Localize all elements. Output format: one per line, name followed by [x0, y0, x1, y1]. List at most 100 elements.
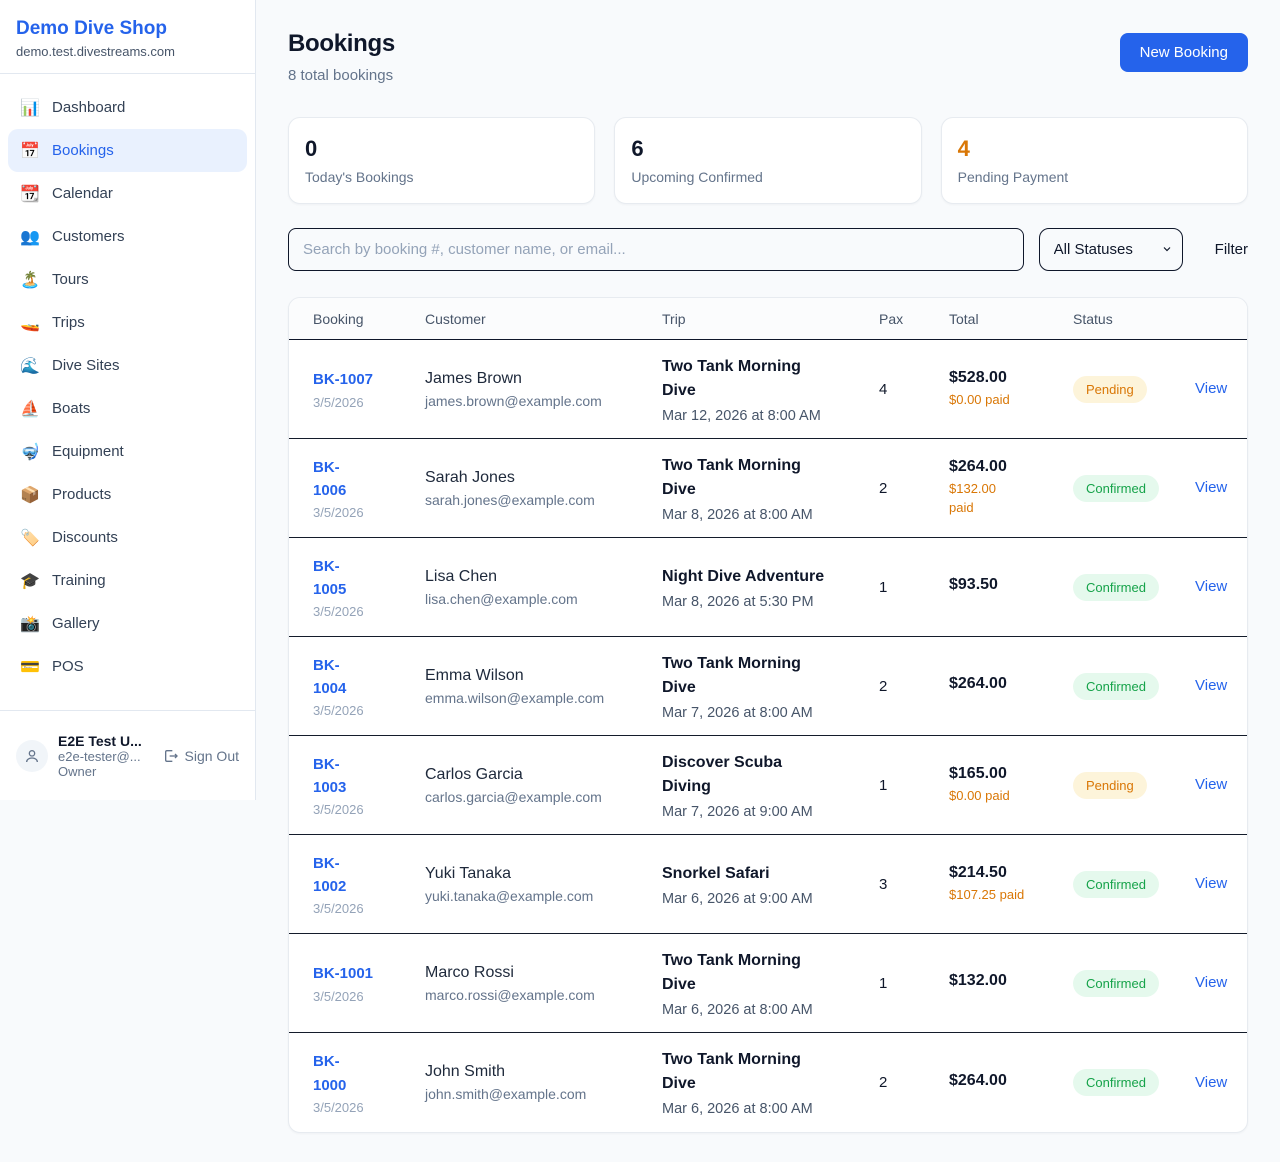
sidebar-item-label: Training [52, 572, 106, 589]
customer-name: Marco Rossi [425, 964, 650, 982]
sidebar-item-dashboard[interactable]: 📊Dashboard [8, 86, 247, 129]
stat-label: Upcoming Confirmed [631, 169, 904, 185]
sidebar-item-calendar[interactable]: 📆Calendar [8, 172, 247, 215]
sailboat-icon: ⛵ [20, 399, 40, 419]
total-amount: $93.50 [949, 576, 1061, 594]
stat-value: 4 [958, 136, 1231, 162]
speedboat-icon: 🚤 [20, 313, 40, 333]
sidebar-item-label: Calendar [52, 185, 113, 202]
view-link[interactable]: View [1195, 875, 1227, 892]
table-row: BK- 10023/5/2026 Yuki Tanakayuki.tanaka@… [289, 835, 1247, 934]
brand-name: Demo Dive Shop [16, 18, 239, 40]
customer-name: Yuki Tanaka [425, 865, 650, 883]
sidebar-item-tours[interactable]: 🏝️Tours [8, 258, 247, 301]
view-link[interactable]: View [1195, 1074, 1227, 1091]
trip-name: Discover Scuba Diving [662, 751, 867, 799]
user-section: E2E Test U... e2e-tester@... Owner Sign … [0, 710, 255, 800]
customer-name: Emma Wilson [425, 667, 650, 685]
booking-id-link[interactable]: BK- 1005 [313, 555, 413, 602]
wave-icon: 🌊 [20, 356, 40, 376]
user-email: e2e-tester@... [58, 749, 153, 764]
bookings-table: Booking Customer Trip Pax Total Status B… [288, 297, 1248, 1133]
sidebar-item-discounts[interactable]: 🏷️Discounts [8, 516, 247, 559]
booking-date: 3/5/2026 [313, 703, 413, 718]
paid-amount: $0.00 paid [949, 391, 1061, 410]
sidebar-nav: 📊Dashboard 📅Bookings 📆Calendar 👥Customer… [0, 74, 255, 710]
sidebar-item-label: Dive Sites [52, 357, 120, 374]
user-meta: E2E Test U... e2e-tester@... Owner [58, 733, 153, 779]
pax-count: 2 [879, 1074, 949, 1091]
paid-amount: $0.00 paid [949, 787, 1061, 806]
trip-datetime: Mar 6, 2026 at 9:00 AM [662, 891, 867, 907]
pax-count: 1 [879, 975, 949, 992]
view-link[interactable]: View [1195, 479, 1227, 496]
sidebar-item-label: Boats [52, 400, 90, 417]
customers-icon: 👥 [20, 227, 40, 247]
stats-row: 0 Today's Bookings 6 Upcoming Confirmed … [288, 117, 1248, 204]
camera-icon: 📸 [20, 614, 40, 634]
bookings-calendar-icon: 📅 [20, 141, 40, 161]
status-badge: Confirmed [1073, 871, 1159, 898]
customer-name: John Smith [425, 1063, 650, 1081]
column-header-pax: Pax [879, 311, 949, 327]
status-badge: Confirmed [1073, 970, 1159, 997]
view-link[interactable]: View [1195, 677, 1227, 694]
booking-date: 3/5/2026 [313, 989, 413, 1004]
booking-id-link[interactable]: BK-1001 [313, 962, 413, 985]
paid-amount: $132.00 paid [949, 480, 1061, 518]
booking-date: 3/5/2026 [313, 505, 413, 520]
view-link[interactable]: View [1195, 974, 1227, 991]
booking-id-link[interactable]: BK- 1003 [313, 753, 413, 800]
sidebar-item-pos[interactable]: 💳POS [8, 645, 247, 688]
credit-card-icon: 💳 [20, 657, 40, 677]
view-link[interactable]: View [1195, 776, 1227, 793]
booking-id-link[interactable]: BK- 1002 [313, 852, 413, 899]
sidebar-item-label: Dashboard [52, 99, 125, 116]
booking-id-link[interactable]: BK- 1006 [313, 456, 413, 503]
sidebar-item-bookings[interactable]: 📅Bookings [8, 129, 247, 172]
stat-value: 6 [631, 136, 904, 162]
customer-name: Sarah Jones [425, 469, 650, 487]
stat-card-todays-bookings: 0 Today's Bookings [288, 117, 595, 204]
sidebar-item-products[interactable]: 📦Products [8, 473, 247, 516]
sidebar-item-equipment[interactable]: 🤿Equipment [8, 430, 247, 473]
status-filter-select[interactable]: All Statuses [1039, 228, 1183, 271]
trip-name: Two Tank Morning Dive [662, 949, 867, 997]
main-content: Bookings 8 total bookings New Booking 0 … [256, 0, 1280, 1133]
trip-datetime: Mar 8, 2026 at 8:00 AM [662, 507, 867, 523]
search-input[interactable] [288, 228, 1024, 271]
user-name: E2E Test U... [58, 733, 153, 749]
status-badge: Confirmed [1073, 475, 1159, 502]
customer-email: john.smith@example.com [425, 1086, 650, 1102]
column-header-total: Total [949, 311, 1073, 327]
total-amount: $165.00 [949, 765, 1061, 783]
sidebar-item-boats[interactable]: ⛵ Boats [8, 387, 247, 430]
sidebar-item-customers[interactable]: 👥Customers [8, 215, 247, 258]
sidebar-item-training[interactable]: 🎓Training [8, 559, 247, 602]
stat-value: 0 [305, 136, 578, 162]
booking-date: 3/5/2026 [313, 395, 413, 410]
trip-datetime: Mar 12, 2026 at 8:00 AM [662, 408, 867, 424]
pax-count: 1 [879, 777, 949, 794]
new-booking-button[interactable]: New Booking [1120, 33, 1248, 72]
view-link[interactable]: View [1195, 578, 1227, 595]
sidebar-item-gallery[interactable]: 📸Gallery [8, 602, 247, 645]
booking-id-link[interactable]: BK- 1004 [313, 654, 413, 701]
sidebar: Demo Dive Shop demo.test.divestreams.com… [0, 0, 256, 800]
sidebar-item-dive-sites[interactable]: 🌊 Dive Sites [8, 344, 247, 387]
bookings-page: Demo Dive Shop demo.test.divestreams.com… [0, 0, 1280, 1162]
booking-id-link[interactable]: BK-1007 [313, 368, 413, 391]
sign-out-button[interactable]: Sign Out [163, 748, 239, 764]
status-badge: Confirmed [1073, 1069, 1159, 1096]
booking-id-link[interactable]: BK- 1000 [313, 1050, 413, 1097]
booking-date: 3/5/2026 [313, 604, 413, 619]
filter-button[interactable]: Filter [1215, 241, 1248, 258]
view-link[interactable]: View [1195, 380, 1227, 397]
total-amount: $264.00 [949, 1072, 1061, 1090]
tag-icon: 🏷️ [20, 528, 40, 548]
status-badge: Pending [1073, 376, 1147, 403]
sidebar-item-trips[interactable]: 🚤Trips [8, 301, 247, 344]
table-row: BK- 10033/5/2026 Carlos Garciacarlos.gar… [289, 736, 1247, 835]
table-row: BK-10073/5/2026 James Brownjames.brown@e… [289, 340, 1247, 439]
customer-email: sarah.jones@example.com [425, 492, 650, 508]
